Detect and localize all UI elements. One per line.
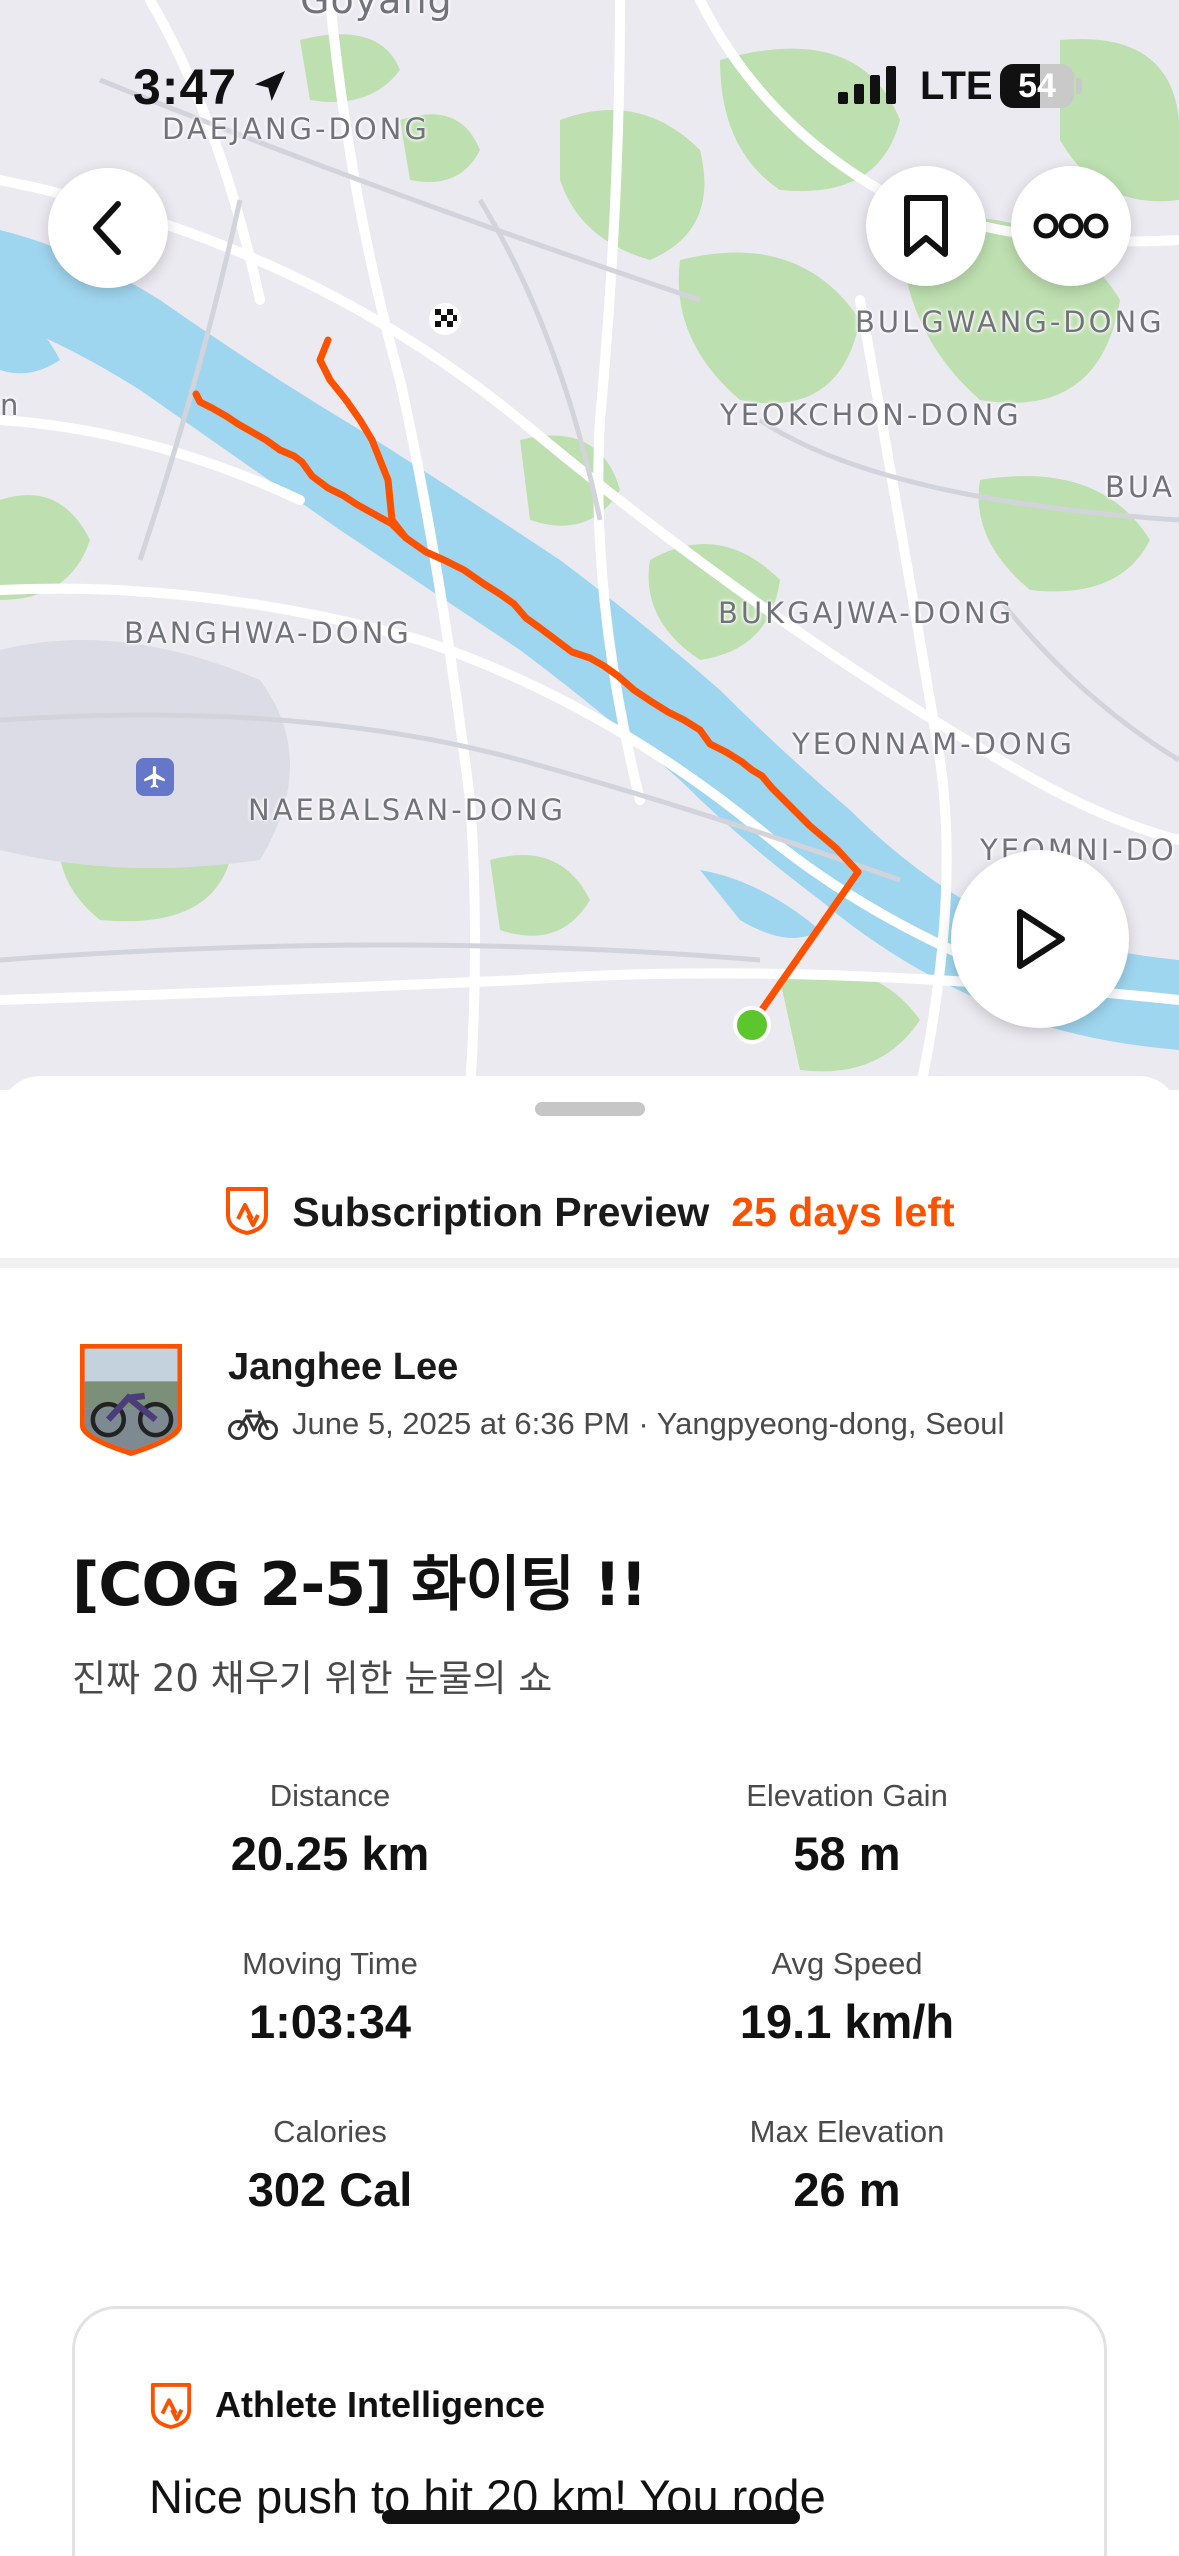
athlete-name[interactable]: Janghee Lee	[228, 1346, 458, 1389]
avatar[interactable]	[76, 1340, 186, 1458]
subscription-days-left: 25 days left	[731, 1188, 955, 1235]
checkered-flag-icon	[428, 302, 462, 336]
chevron-left-icon	[93, 201, 121, 255]
bookmark-button[interactable]	[866, 166, 986, 286]
map-label-bukgajwa: BUKGAJWA-DONG	[718, 596, 1015, 630]
map-label-naebalsan: NAEBALSAN-DONG	[248, 793, 567, 827]
battery-icon: 54	[1000, 64, 1082, 108]
activity-description: 진짜 20 채우기 위한 눈물의 쇼	[72, 1657, 553, 1700]
strava-shield-icon	[224, 1185, 270, 1240]
status-time: 3:47	[133, 59, 238, 115]
subscription-banner[interactable]: Subscription Preview 25 days left	[0, 1156, 1179, 1268]
stat-distance: Distance 20.25 km	[120, 1778, 540, 1881]
bookmark-icon	[904, 195, 948, 257]
strava-shield-icon	[150, 2382, 192, 2429]
airplane-icon	[136, 758, 174, 796]
bike-icon	[228, 1409, 278, 1440]
stat-value: 19.1 km/h	[739, 1995, 955, 2048]
play-button[interactable]	[951, 850, 1129, 1028]
cellular-signal-icon	[838, 66, 900, 109]
stat-value: 1:03:34	[249, 1995, 411, 2048]
stat-value: 26 m	[793, 2163, 901, 2216]
stat-calories: Calories 302 Cal	[120, 2114, 540, 2217]
stat-label: Max Elevation	[749, 2114, 945, 2149]
athlete-intelligence-title: Athlete Intelligence	[215, 2384, 546, 2425]
map-label-yeokchon: YEOKCHON-DONG	[720, 398, 1022, 432]
activity-sheet: Subscription Preview 25 days left Janghe…	[0, 1076, 1179, 2556]
route-map[interactable]: Goyang DAEJANG-DONG BULGWANG-DONG YEOKCH…	[0, 0, 1179, 1090]
map-label-yeonnam: YEONNAM-DONG	[792, 727, 1075, 761]
ride-date-location: June 5, 2025 at 6:36 PM · Yangpyeong-don…	[292, 1406, 1005, 1441]
stat-label: Elevation Gain	[746, 1778, 948, 1813]
map-label-bua: BUA	[1105, 470, 1175, 504]
battery-level: 54	[1018, 67, 1056, 105]
stat-max-elevation: Max Elevation 26 m	[637, 2114, 1057, 2217]
play-icon	[1017, 909, 1065, 969]
stat-label: Avg Speed	[771, 1946, 923, 1981]
back-button[interactable]	[48, 168, 168, 288]
stat-label: Moving Time	[242, 1946, 418, 1981]
stat-label: Distance	[269, 1778, 391, 1813]
more-dots-icon	[1033, 213, 1109, 239]
map-label-left-edge: n	[0, 388, 22, 422]
subscription-title: Subscription Preview	[292, 1188, 710, 1235]
stat-value: 20.25 km	[230, 1827, 430, 1880]
stat-avg-speed: Avg Speed 19.1 km/h	[637, 1946, 1057, 2049]
start-marker	[733, 1006, 771, 1044]
athlete-intelligence-header: Athlete Intelligence	[149, 2381, 545, 2429]
ride-meta: June 5, 2025 at 6:36 PM · Yangpyeong-don…	[228, 1406, 1004, 1442]
map-label-daejang: DAEJANG-DONG	[162, 112, 430, 146]
map-label-banghwa: BANGHWA-DONG	[124, 616, 412, 650]
home-indicator[interactable]	[382, 2510, 800, 2524]
stat-moving-time: Moving Time 1:03:34	[120, 1946, 540, 2049]
stat-label: Calories	[273, 2114, 387, 2149]
map-label-goyang: Goyang	[300, 0, 453, 22]
location-arrow-icon	[250, 66, 290, 111]
map-label-bulgwang: BULGWANG-DONG	[855, 305, 1165, 339]
more-button[interactable]	[1011, 166, 1131, 286]
network-type: LTE	[920, 64, 993, 108]
stat-value: 302 Cal	[247, 2163, 413, 2216]
activity-title: [COG 2-5] 화이팅 !!	[72, 1550, 648, 1620]
sheet-grabber[interactable]	[535, 1102, 645, 1116]
divider	[0, 1258, 1179, 1268]
stat-elevation-gain: Elevation Gain 58 m	[637, 1778, 1057, 1881]
stat-value: 58 m	[793, 1827, 901, 1880]
